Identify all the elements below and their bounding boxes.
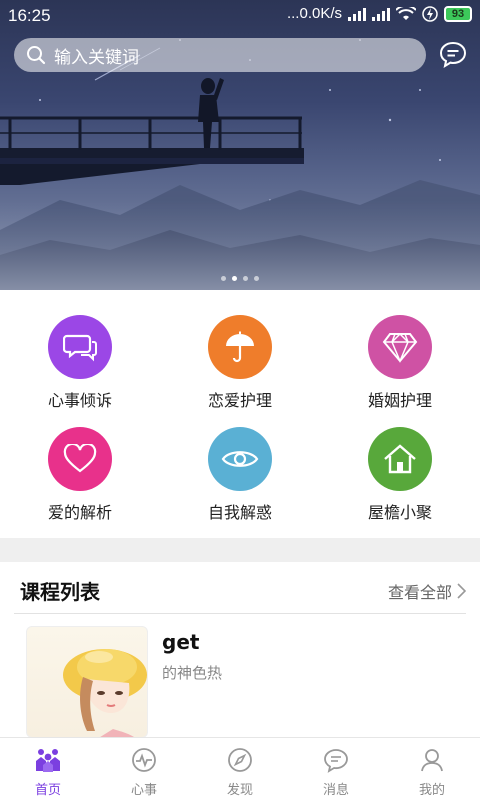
section-title: 课程列表 — [20, 580, 100, 604]
category-label: 屋檐小聚 — [367, 503, 432, 522]
home-screen: 16:25 ...0.0K/s 93 输入关键词 心事倾诉 恋爱护理 婚姻护理 … — [0, 0, 480, 800]
umbrella-icon — [226, 331, 254, 363]
diamond-icon — [382, 332, 418, 363]
heart-icon — [63, 444, 97, 473]
category-circle — [368, 315, 432, 379]
tab-label: 首页 — [34, 783, 61, 798]
search-placeholder: 输入关键词 — [54, 47, 139, 68]
tab-xinshi[interactable]: 心事 — [96, 738, 192, 800]
course-thumbnail — [26, 626, 148, 738]
course-title: get — [162, 630, 200, 654]
category-circle — [208, 315, 272, 379]
tab-label: 消息 — [322, 783, 349, 798]
course-section-header: 课程列表 查看全部 — [0, 562, 480, 614]
category-label: 自我解惑 — [207, 503, 272, 522]
course-list-item[interactable]: get 的神色热 — [0, 614, 480, 738]
category-circle — [208, 427, 272, 491]
charging-icon — [422, 5, 438, 22]
category-ai-de-jiexi[interactable]: 爱的解析 — [0, 402, 160, 522]
bottom-tab-bar: 首页 心事 发现 消息 我的 — [0, 737, 480, 800]
category-hunyin-huli[interactable]: 婚姻护理 — [320, 290, 480, 410]
tab-home[interactable]: 首页 — [0, 738, 96, 800]
carousel-dot — [221, 276, 226, 281]
category-xinshi-qingsu[interactable]: 心事倾诉 — [0, 290, 160, 410]
home-people-icon — [36, 749, 60, 772]
carousel-dot-active — [232, 276, 237, 281]
compass-icon — [228, 748, 252, 772]
message-icon — [324, 749, 348, 773]
section-separator — [0, 538, 480, 562]
category-circle — [48, 427, 112, 491]
category-wuyan-xiaoju[interactable]: 屋檐小聚 — [320, 402, 480, 522]
signal-icon — [372, 7, 390, 21]
eye-icon — [221, 451, 259, 467]
tab-messages[interactable]: 消息 — [288, 738, 384, 800]
status-bar: 16:25 ...0.0K/s 93 — [0, 0, 480, 32]
network-speed: ...0.0K/s — [286, 5, 342, 22]
search-input[interactable]: 输入关键词 — [14, 38, 426, 72]
carousel-dot — [243, 276, 248, 281]
carousel-indicator — [0, 276, 480, 281]
house-icon — [384, 444, 416, 474]
category-label: 爱的解析 — [47, 503, 112, 522]
view-all-link[interactable]: 查看全部 — [388, 579, 466, 603]
category-ziwo-jiehuo[interactable]: 自我解惑 — [160, 402, 320, 522]
message-center-icon[interactable] — [438, 40, 468, 70]
category-lianai-huli[interactable]: 恋爱护理 — [160, 290, 320, 410]
view-all-label: 查看全部 — [387, 583, 452, 602]
chevron-right-icon — [457, 583, 466, 599]
tab-mine[interactable]: 我的 — [384, 738, 480, 800]
user-icon — [421, 749, 443, 772]
carousel-dot — [254, 276, 259, 281]
search-icon — [27, 46, 46, 65]
battery-indicator: 93 — [444, 5, 472, 22]
tab-discover[interactable]: 发现 — [192, 738, 288, 800]
category-circle — [368, 427, 432, 491]
tab-label: 发现 — [226, 783, 253, 798]
status-time: 16:25 — [8, 6, 51, 25]
category-grid: 心事倾诉 恋爱护理 婚姻护理 爱的解析 自我解惑 屋檐小聚 — [0, 290, 480, 538]
course-illustration — [63, 649, 147, 737]
chat-bubbles-icon — [63, 334, 97, 362]
heart-pulse-icon — [132, 748, 156, 772]
wifi-icon — [396, 6, 416, 20]
tab-label: 心事 — [130, 783, 157, 798]
hd-signal-icon — [348, 7, 366, 21]
category-circle — [48, 315, 112, 379]
course-subtitle: 的神色热 — [162, 664, 223, 682]
tab-label: 我的 — [418, 783, 445, 798]
